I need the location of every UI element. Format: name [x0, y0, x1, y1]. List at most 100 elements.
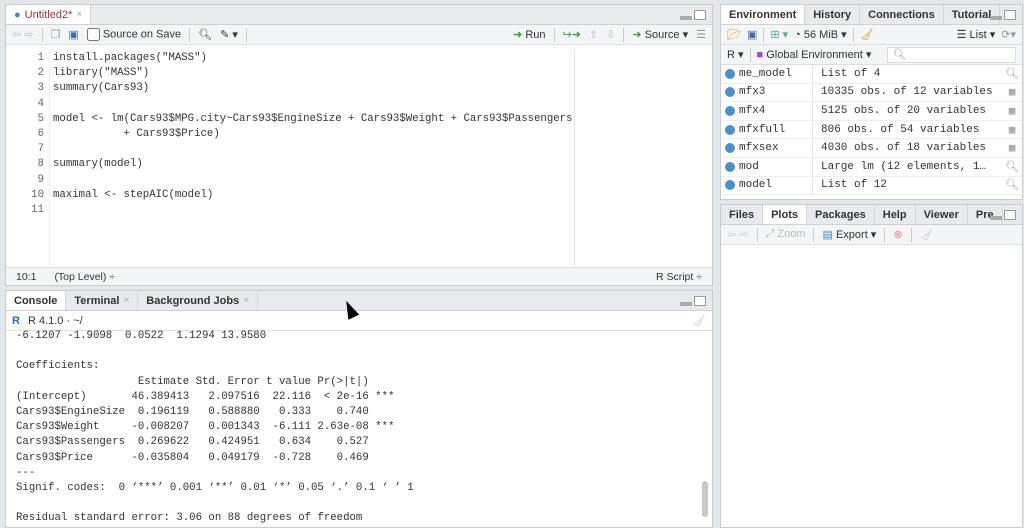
tab-environment[interactable]: Environment [721, 5, 806, 24]
up-icon[interactable]: ⇧ [589, 28, 598, 41]
search-icon[interactable]: 🔍︎ [1002, 67, 1022, 81]
expand-icon[interactable] [725, 105, 735, 116]
window-controls[interactable] [680, 10, 706, 20]
window-controls[interactable] [990, 10, 1016, 20]
window-controls[interactable] [680, 296, 706, 306]
clear-console-icon[interactable]: 🧹︎ [692, 314, 706, 327]
editor-status-bar: 10:1 (Top Level) ÷ R Script ÷ [6, 267, 712, 285]
source-on-save-checkbox[interactable]: Source on Save [86, 28, 181, 41]
tab-help[interactable]: Help [875, 205, 916, 224]
down-icon[interactable]: ⇩ [606, 28, 615, 41]
line-number: 7 [37, 143, 44, 156]
env-row-me_model[interactable]: me_model List of 4 🔍︎ [721, 65, 1022, 84]
show-in-window-icon[interactable]: ❐ [51, 28, 61, 41]
code-line[interactable]: 8 summary(model) [6, 157, 712, 172]
save-icon[interactable]: ▣ [747, 28, 757, 41]
tab-terminal[interactable]: Terminal × [66, 291, 139, 310]
window-controls[interactable] [990, 210, 1016, 220]
load-workspace-icon[interactable]: 📂︎ [727, 28, 741, 41]
outline-icon[interactable]: ☰ [696, 28, 706, 41]
magic-wand-icon[interactable]: ✎ ▾ [220, 28, 238, 41]
tab-console[interactable]: Console [6, 291, 67, 310]
search-icon[interactable]: 🔍︎ [198, 28, 212, 41]
search-icon[interactable]: 🔍︎ [1002, 160, 1022, 174]
console-line: Signif. codes: 0 ‘***’ 0.001 ‘**’ 0.01 ‘… [16, 481, 414, 494]
close-icon[interactable]: × [76, 9, 82, 20]
scope-dropdown[interactable]: (Top Level) ÷ [54, 271, 115, 283]
broom-icon[interactable]: 🧹︎ [920, 228, 934, 241]
expand-icon[interactable] [725, 124, 735, 135]
table-view-icon[interactable]: ▦ [1002, 141, 1022, 155]
console-line: -6.1207 -1.9098 0.0522 1.1294 13.9580 [16, 330, 267, 342]
tab-background-jobs[interactable]: Background Jobs × [138, 291, 259, 310]
console-output[interactable]: -6.1207 -1.9098 0.0522 1.1294 13.9580 Coe… [16, 329, 696, 527]
close-icon[interactable]: × [123, 295, 129, 306]
env-row-mfx4[interactable]: mfx4 5125 obs. of 20 variables ▦ [721, 102, 1022, 121]
line-number: 11 [31, 203, 44, 216]
rerun-icon[interactable]: ↪➜ [563, 28, 581, 41]
expand-icon[interactable] [725, 143, 735, 154]
refresh-icon[interactable]: ⟳▾ [1001, 28, 1016, 41]
env-row-mfx3[interactable]: mfx3 10335 obs. of 12 variables ▦ [721, 83, 1022, 103]
tab-viewer[interactable]: Viewer [916, 205, 968, 224]
code-line[interactable]: 6 + Cars93$Price) [6, 127, 712, 142]
memory-usage[interactable]: ◔ 56 MiB ▾ [794, 28, 847, 41]
env-row-mod[interactable]: mod Large lm (12 elements, 1… 🔍︎ [721, 157, 1022, 177]
code-line[interactable]: 10 maximal <- stepAIC(model) [6, 188, 712, 203]
line-number: 3 [37, 82, 44, 95]
view-dropdown[interactable]: ☰ List ▾ [957, 28, 996, 41]
file-type-dropdown[interactable]: R Script ÷ [656, 271, 702, 283]
console-line: Cars93$Passengers 0.269622 0.424951 0.63… [16, 436, 395, 449]
code-line[interactable]: 4 [6, 97, 712, 112]
console-scrollbar[interactable] [702, 481, 708, 517]
table-view-icon[interactable]: ▦ [1002, 104, 1022, 118]
broom-icon[interactable]: 🧹︎ [860, 28, 874, 41]
tab-connections[interactable]: Connections [860, 5, 944, 24]
code-line[interactable]: 11 [6, 203, 712, 218]
back-icon[interactable]: ⇦ ⇨ [12, 28, 34, 41]
code-line[interactable]: 7 [6, 142, 712, 157]
console-line: Estimate Std. Error t value Pr(>|t|) [16, 375, 395, 388]
expand-icon[interactable] [725, 180, 735, 191]
tab-files[interactable]: Files [721, 205, 764, 224]
env-search-input[interactable]: 🔍︎ [887, 46, 1016, 63]
env-row-mfxsex[interactable]: mfxsex 4030 obs. of 18 variables ▦ [721, 139, 1022, 158]
table-view-icon[interactable]: ▦ [1002, 85, 1022, 99]
source-button[interactable]: ➜ Source ▾ [632, 28, 688, 41]
tab-plots[interactable]: Plots [763, 205, 807, 224]
line-number: 4 [37, 97, 44, 110]
env-row-model[interactable]: model List of 12 🔍︎ [721, 176, 1022, 196]
search-icon[interactable]: 🔍︎ [1002, 178, 1022, 192]
zoom-button[interactable]: ⤢ Zoom [766, 228, 806, 241]
console-line: (Intercept) 46.389413 2.097516 22.116 < … [16, 390, 395, 403]
close-icon[interactable]: × [243, 295, 249, 306]
editor-pane: ● Untitled2* × ⇦ ⇨ ❐ ▣ Source on Save 🔍︎ ✎… [5, 4, 713, 286]
line-number: 8 [37, 158, 44, 171]
expand-icon[interactable] [725, 161, 735, 172]
remove-plot-icon[interactable]: ⊗ [893, 228, 902, 241]
code-line[interactable]: 9 [6, 173, 712, 188]
language-dropdown[interactable]: R ▾ [727, 48, 744, 61]
table-view-icon[interactable]: ▦ [1002, 123, 1022, 137]
r-logo-icon: R [12, 314, 20, 327]
env-row-mfxfull[interactable]: mfxfull 806 obs. of 54 variables ▦ [721, 120, 1022, 140]
code-editor[interactable]: 1 install.packages("MASS") 2 library("MASS"… [6, 49, 712, 267]
environment-dropdown[interactable]: ■ Global Environment ▾ [757, 48, 872, 61]
tab-untitled2[interactable]: ● Untitled2* × [6, 5, 92, 24]
export-button[interactable]: ▤ Export ▾ [822, 228, 876, 241]
tab-history[interactable]: History [805, 5, 861, 24]
code-line[interactable]: 3 summary(Cars93) [6, 81, 712, 96]
back-icon[interactable]: ⇦ ⇨ [727, 228, 749, 241]
run-button[interactable]: ➜ Run [513, 28, 545, 41]
code-line[interactable]: 2 library("MASS") [6, 66, 712, 81]
expand-icon[interactable] [725, 68, 735, 79]
code-line[interactable]: 5 model <- lm(Cars93$MPG.city~Cars93$Engi… [6, 112, 712, 127]
console-pane: Console Terminal × Background Jobs × R R 4… [5, 290, 713, 528]
save-icon[interactable]: ▣ [68, 28, 78, 41]
code-line[interactable]: 1 install.packages("MASS") [6, 51, 712, 66]
tab-packages[interactable]: Packages [807, 205, 875, 224]
import-dataset-icon[interactable]: ⊞ ▾ [770, 28, 788, 41]
expand-icon[interactable] [725, 87, 735, 98]
